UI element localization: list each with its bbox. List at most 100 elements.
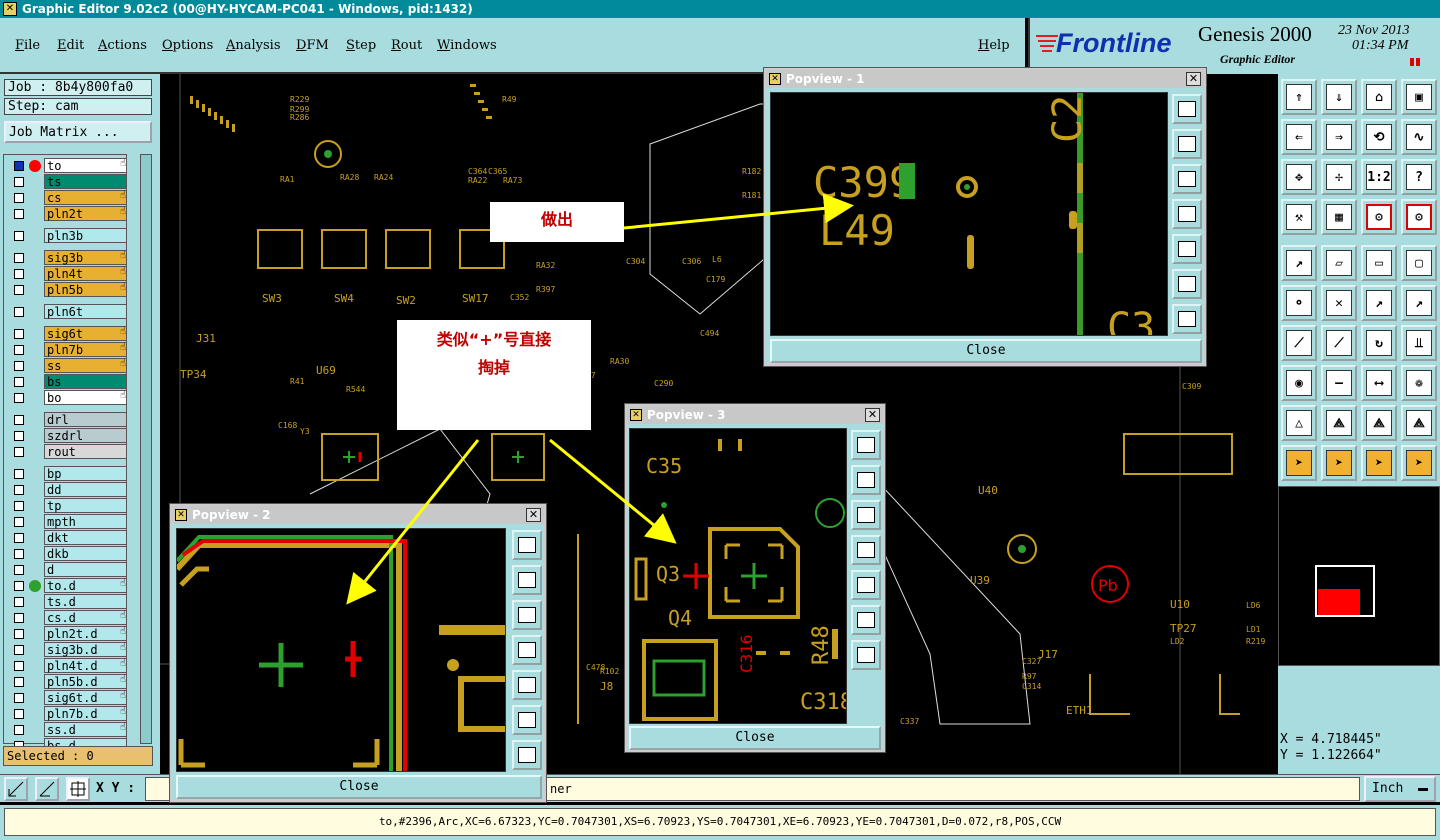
tool-button-4-icon[interactable]: ▣	[1401, 79, 1437, 115]
tool-button-28-icon[interactable]: ⫫	[1401, 325, 1437, 361]
job-matrix-button[interactable]: Job Matrix ...	[4, 121, 152, 143]
layer-row-szdrl[interactable]: szdrl	[11, 428, 129, 443]
layer-checkbox[interactable]	[14, 709, 24, 719]
tool-button-31-icon[interactable]: ⟷	[1361, 365, 1397, 401]
tool-button-32-icon[interactable]: ❁	[1401, 365, 1437, 401]
layer-checkbox[interactable]	[14, 661, 24, 671]
layer-row-pln4t[interactable]: pln4t ☝	[11, 266, 129, 281]
layer-row-cs-d[interactable]: cs.d ☝	[11, 610, 129, 625]
layer-row-pln7b[interactable]: pln7b ☝	[11, 342, 129, 357]
popview-2-tool-1-icon[interactable]	[512, 530, 542, 560]
layer-row-pln2t-d[interactable]: pln2t.d ☝	[11, 626, 129, 641]
layer-checkbox[interactable]	[14, 517, 24, 527]
layer-row-sig3b[interactable]: sig3b ☝	[11, 250, 129, 265]
layer-row-to[interactable]: to ☝	[11, 158, 129, 173]
popview-2-tool-2-icon[interactable]	[512, 565, 542, 595]
tool-button-3-icon[interactable]: ⌂	[1361, 79, 1397, 115]
layer-row-ts[interactable]: ts	[11, 174, 129, 189]
tool-button-40-icon[interactable]: ➤	[1401, 445, 1437, 481]
layer-checkbox[interactable]	[14, 329, 24, 339]
measure-icon[interactable]	[35, 777, 59, 801]
tool-button-17-icon[interactable]: ↗	[1281, 245, 1317, 281]
layer-checkbox[interactable]	[14, 597, 24, 607]
overview-map[interactable]	[1278, 486, 1440, 666]
layer-row-pln3b[interactable]: pln3b	[11, 228, 129, 243]
tool-button-26-icon[interactable]: ⟋	[1321, 325, 1357, 361]
tool-button-37-icon[interactable]: ➤	[1281, 445, 1317, 481]
tool-button-20-icon[interactable]: ▢	[1401, 245, 1437, 281]
popview-3-tool-4-icon[interactable]	[851, 535, 881, 565]
tool-button-15-icon[interactable]: ⚙	[1361, 199, 1397, 235]
layer-row-bp[interactable]: bp	[11, 466, 129, 481]
layer-row-sig6t[interactable]: sig6t ☝	[11, 326, 129, 341]
layer-checkbox[interactable]	[14, 501, 24, 511]
popview-2-titlebar[interactable]: ✕ Popview - 2 ✕	[172, 506, 544, 524]
layer-checkbox[interactable]	[14, 285, 24, 295]
layer-checkbox[interactable]	[14, 485, 24, 495]
tool-button-14-icon[interactable]: ▦	[1321, 199, 1357, 235]
layer-checkbox[interactable]	[14, 193, 24, 203]
tool-button-29-icon[interactable]: ◉	[1281, 365, 1317, 401]
layer-checkbox[interactable]	[14, 393, 24, 403]
popview-2-close-icon[interactable]: ✕	[526, 508, 541, 522]
popview-3-tool-7-icon[interactable]	[851, 640, 881, 670]
popview-1-tool-3-icon[interactable]	[1172, 164, 1202, 194]
layer-row-rout[interactable]: rout	[11, 444, 129, 459]
layer-row-pln6t[interactable]: pln6t	[11, 304, 129, 319]
tool-button-35-icon[interactable]: ⟁	[1361, 405, 1397, 441]
menu-help[interactable]: Help	[978, 38, 1010, 53]
popview-1-tool-4-icon[interactable]	[1172, 199, 1202, 229]
tool-button-12-icon[interactable]: ?	[1401, 159, 1437, 195]
popview-1-view[interactable]: C2 C399 L49 C3	[770, 92, 1168, 336]
tool-button-9-icon[interactable]: ✥	[1281, 159, 1317, 195]
tool-button-27-icon[interactable]: ↻	[1361, 325, 1397, 361]
tool-button-8-icon[interactable]: ∿	[1401, 119, 1437, 155]
tool-button-11-icon[interactable]: 1:2	[1361, 159, 1397, 195]
tool-button-19-icon[interactable]: ▭	[1361, 245, 1397, 281]
popview-3-close-icon[interactable]: ✕	[865, 408, 880, 422]
layer-checkbox[interactable]	[14, 231, 24, 241]
tool-button-34-icon[interactable]: ⟁	[1321, 405, 1357, 441]
tool-button-13-icon[interactable]: ⚒	[1281, 199, 1317, 235]
tool-button-5-icon[interactable]: ⇐	[1281, 119, 1317, 155]
tool-button-38-icon[interactable]: ➤	[1321, 445, 1357, 481]
tool-button-25-icon[interactable]: ⟋	[1281, 325, 1317, 361]
popview-1-tool-2-icon[interactable]	[1172, 129, 1202, 159]
menu-edit[interactable]: Edit	[57, 38, 84, 53]
tool-button-30-icon[interactable]: –	[1321, 365, 1357, 401]
layer-checkbox[interactable]	[14, 345, 24, 355]
layer-checkbox[interactable]	[14, 253, 24, 263]
menu-analysis[interactable]: Analysis	[226, 38, 281, 53]
layer-checkbox[interactable]	[14, 307, 24, 317]
menu-file[interactable]: File	[15, 38, 40, 53]
layer-checkbox[interactable]	[14, 161, 24, 171]
tool-button-33-icon[interactable]: △	[1281, 405, 1317, 441]
popview-3-close-button[interactable]: Close	[629, 726, 881, 750]
grid-snap-icon[interactable]	[66, 777, 90, 801]
popview-2-view[interactable]	[176, 528, 506, 772]
tool-button-1-icon[interactable]: ⇑	[1281, 79, 1317, 115]
layer-checkbox[interactable]	[14, 209, 24, 219]
popview-3-tool-5-icon[interactable]	[851, 570, 881, 600]
layer-row-drl[interactable]: drl	[11, 412, 129, 427]
layer-checkbox[interactable]	[14, 629, 24, 639]
layer-row-dkb[interactable]: dkb	[11, 546, 129, 561]
popview-3-tool-2-icon[interactable]	[851, 465, 881, 495]
layer-checkbox[interactable]	[14, 469, 24, 479]
layer-checkbox[interactable]	[14, 177, 24, 187]
popview-1-tool-5-icon[interactable]	[1172, 234, 1202, 264]
tool-button-2-icon[interactable]: ⇓	[1321, 79, 1357, 115]
layer-checkbox[interactable]	[14, 361, 24, 371]
layer-row-dd[interactable]: dd	[11, 482, 129, 497]
tool-button-6-icon[interactable]: ⇒	[1321, 119, 1357, 155]
layer-row-ts-d[interactable]: ts.d	[11, 594, 129, 609]
layer-checkbox[interactable]	[14, 581, 24, 591]
popview-3-titlebar[interactable]: ✕ Popview - 3 ✕	[627, 406, 883, 424]
popview-3-tool-1-icon[interactable]	[851, 430, 881, 460]
layer-row-ss-d[interactable]: ss.d ☝	[11, 722, 129, 737]
tool-button-10-icon[interactable]: ✢	[1321, 159, 1357, 195]
tool-button-16-icon[interactable]: ⚙	[1401, 199, 1437, 235]
tool-button-24-icon[interactable]: ↗	[1401, 285, 1437, 321]
layer-row-to-d[interactable]: to.d ☝	[11, 578, 129, 593]
tool-button-18-icon[interactable]: ▱	[1321, 245, 1357, 281]
